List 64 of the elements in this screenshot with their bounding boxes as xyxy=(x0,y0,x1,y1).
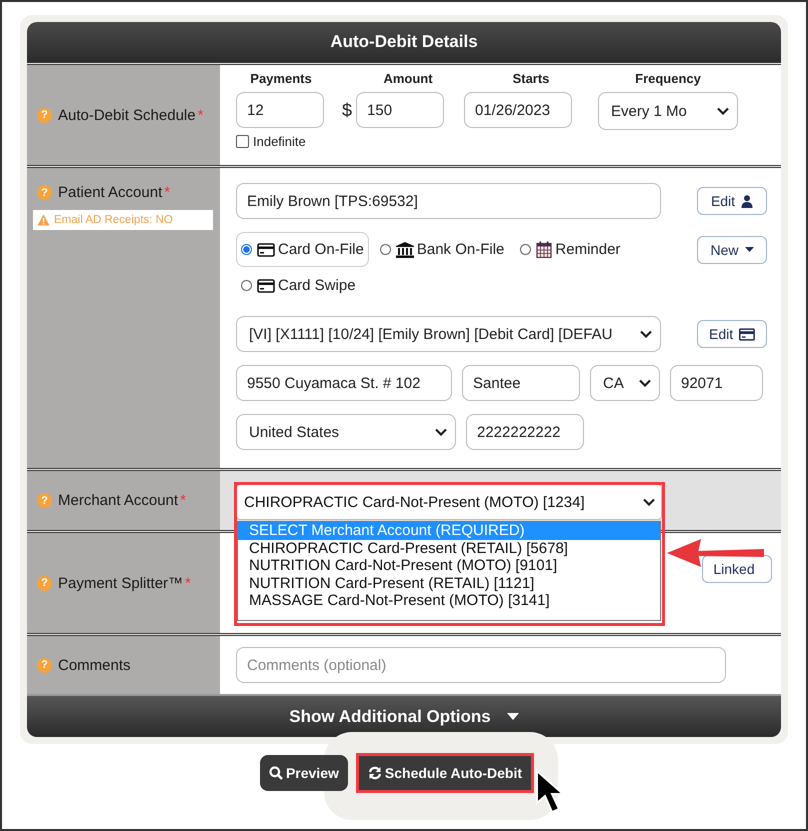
field-label: Merchant Account* xyxy=(58,492,186,509)
address-field[interactable]: 9550 Cuyamaca St. # 102 xyxy=(236,365,452,401)
checkbox[interactable] xyxy=(236,135,249,148)
chevron-down-icon xyxy=(643,498,655,506)
dropdown-option[interactable]: CHIROPRACTIC Card-Present (RETAIL) [5678] xyxy=(238,540,660,557)
panel-title: Auto-Debit Details xyxy=(330,32,478,52)
merchant-select[interactable]: CHIROPRACTIC Card-Not-Present (MOTO) [1234] xyxy=(236,484,662,520)
credit-card-icon xyxy=(257,278,275,292)
warning-icon xyxy=(37,214,50,226)
caret-icon xyxy=(744,247,754,252)
refresh-icon xyxy=(368,766,382,780)
patient-field[interactable]: Emily Brown [TPS:69532] xyxy=(236,183,661,219)
payments-field[interactable]: 12 xyxy=(236,92,324,128)
options-label: Show Additional Options xyxy=(289,706,491,726)
zip-field[interactable]: 92071 xyxy=(670,365,763,401)
payment-method-option[interactable]: Bank On-File xyxy=(374,232,510,267)
column-heading: Payments xyxy=(250,71,312,86)
country-select[interactable]: United States xyxy=(236,414,456,450)
payment-method-option[interactable]: Reminder xyxy=(515,232,626,267)
credit-card-icon xyxy=(257,242,275,256)
options-bar[interactable]: Show Additional Options xyxy=(27,694,781,737)
preview-button[interactable]: Preview xyxy=(260,755,348,791)
credit-card-icon xyxy=(739,328,755,340)
phone-field[interactable]: 2222222222 xyxy=(466,414,584,450)
bank-icon xyxy=(396,242,414,258)
date-field[interactable]: 01/26/2023 xyxy=(464,92,572,128)
card-select[interactable]: [VI] [X1111] [10/24] [Emily Brown] [Debit Card] [DEFAU xyxy=(236,316,661,352)
amount-field[interactable]: 150 xyxy=(356,92,444,128)
frequency-select[interactable]: Every 1 Mo xyxy=(598,92,738,130)
payment-method-option[interactable]: Card On-File xyxy=(236,232,369,267)
state-select[interactable]: CA xyxy=(590,365,660,401)
field-label: Patient Account* xyxy=(58,184,170,201)
column-heading: Frequency xyxy=(635,71,701,86)
payment-method-option[interactable]: Card Swipe xyxy=(236,268,361,303)
edit-button[interactable]: Edit xyxy=(697,320,767,348)
user-icon xyxy=(741,194,754,208)
schedule-button[interactable]: Schedule Auto-Debit xyxy=(356,753,534,793)
column-heading: Starts xyxy=(512,71,550,86)
linked-button[interactable]: Linked xyxy=(702,555,772,583)
field-label: Payment Splitter™* xyxy=(58,574,191,592)
chevron-down-icon xyxy=(435,428,447,436)
edit-button[interactable]: Edit xyxy=(697,187,767,215)
radio-button[interactable] xyxy=(241,280,252,291)
chevron-down-icon xyxy=(639,379,651,387)
field-label: Auto-Debit Schedule* xyxy=(58,106,204,124)
caret-icon xyxy=(506,713,519,720)
dropdown-option[interactable]: MASSAGE Card-Not-Present (MOTO) [3141] xyxy=(238,592,660,610)
search-icon xyxy=(268,766,283,780)
column-heading: Amount xyxy=(383,71,433,86)
calendar-icon xyxy=(536,241,552,258)
currency-symbol: $ xyxy=(342,100,352,120)
checkbox-label: Indefinite xyxy=(253,134,306,149)
new-button[interactable]: New xyxy=(697,236,767,264)
chevron-down-icon xyxy=(640,330,652,338)
warning-text: Email AD Receipts: NO xyxy=(54,214,173,226)
dropdown-option[interactable]: NUTRITION Card-Not-Present (MOTO) [9101] xyxy=(238,557,660,574)
radio-button[interactable] xyxy=(380,244,391,255)
radio-button[interactable] xyxy=(520,244,532,255)
city-field[interactable]: Santee xyxy=(462,365,580,401)
field-label: Comments xyxy=(58,656,131,674)
dropdown-option[interactable]: NUTRITION Card-Present (RETAIL) [1121] xyxy=(238,574,660,592)
radio-button[interactable] xyxy=(241,244,252,255)
chevron-down-icon xyxy=(717,107,729,115)
comments-field[interactable]: Comments (optional) xyxy=(236,647,726,683)
